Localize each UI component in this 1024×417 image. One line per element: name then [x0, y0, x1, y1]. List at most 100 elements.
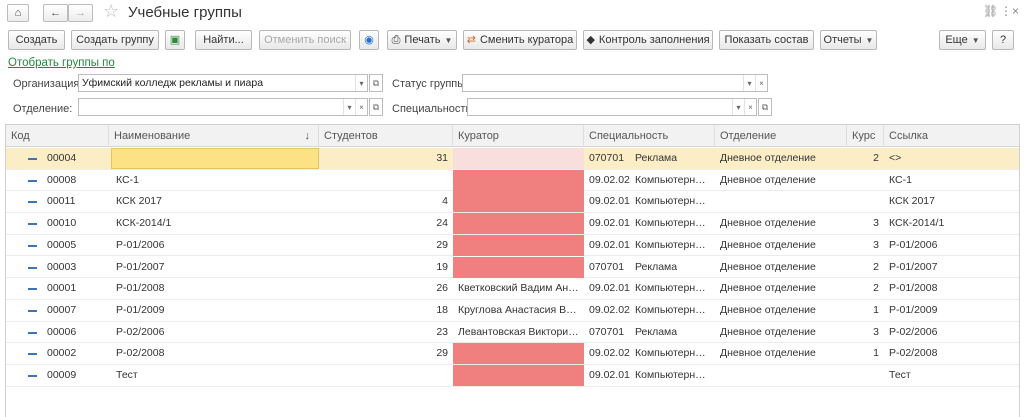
copy-button[interactable]: ▣: [165, 30, 185, 50]
cell-department: Дневное отделение: [720, 325, 816, 338]
cell-course: [847, 365, 884, 386]
printer-icon: ⎙: [391, 33, 401, 46]
cell-department: Дневное отделение: [720, 152, 816, 164]
cell-specialty-code: 09.02.01: [589, 369, 630, 381]
more-menu-icon[interactable]: ⋮: [1000, 4, 1012, 18]
cell-students: 26: [436, 282, 448, 295]
group-item-icon: [28, 309, 37, 312]
cell-name[interactable]: Р-02/2008: [111, 343, 319, 364]
reports-button[interactable]: Отчеты ▼: [820, 30, 877, 50]
cell-specialty-code: 09.02.02: [589, 303, 630, 316]
cell-specialty-name: Компьютерны...: [635, 195, 712, 208]
group-item-icon: [28, 375, 37, 377]
open-icon[interactable]: ⧉: [369, 98, 383, 116]
clear-icon[interactable]: ×: [355, 99, 367, 115]
show-members-button[interactable]: Показать состав: [719, 30, 814, 50]
cell-link: Р-01/2007: [889, 260, 938, 273]
print-label: Печать: [404, 34, 441, 46]
table-row[interactable]: 00010 КСК-2014/1 24 09.02.01 Компьютерны... Д…: [6, 213, 1019, 235]
cell-curator: [453, 234, 584, 256]
cell-course: 2: [873, 260, 879, 273]
cell-students: 4: [442, 195, 448, 208]
cell-course: 2: [873, 152, 879, 164]
table-row[interactable]: 00007 Р-01/2009 18 Круглова Анастасия Ва...…: [6, 300, 1019, 322]
open-icon[interactable]: ⧉: [758, 98, 772, 116]
open-icon[interactable]: ⧉: [369, 74, 383, 92]
column-header-name[interactable]: Наименование ↓: [109, 125, 319, 147]
dropdown-icon[interactable]: ▾: [343, 99, 355, 115]
cell-name[interactable]: Р-01/2009: [111, 300, 319, 321]
create-label: Создать: [15, 34, 58, 46]
cell-name[interactable]: Р-01/2006: [111, 235, 319, 256]
table-row[interactable]: 00011 КСК 2017 4 09.02.01 Компьютерны... КСК …: [6, 191, 1019, 214]
column-header-curator[interactable]: Куратор: [453, 125, 584, 147]
column-header-name-label: Наименование: [114, 130, 191, 142]
cell-name[interactable]: Тест: [111, 365, 319, 386]
link-icon[interactable]: ⛓: [983, 4, 998, 18]
create-group-button[interactable]: Создать группу: [71, 30, 159, 50]
cell-name[interactable]: КСК-2014/1: [111, 213, 319, 234]
table-row[interactable]: 00008 КС-1 09.02.02 Компьютерны... Дневное о…: [6, 169, 1019, 192]
table-row[interactable]: 00004 31 070701 Реклама Дневное отделение 2 <>: [6, 148, 1019, 170]
cell-name[interactable]: Р-01/2007: [111, 257, 319, 278]
cell-students: 31: [436, 152, 448, 164]
cell-specialty-code: 09.02.01: [589, 282, 630, 295]
cell-department: Дневное отделение: [720, 282, 816, 295]
cell-name[interactable]: КС-1: [111, 170, 319, 191]
cell-name[interactable]: [111, 148, 319, 169]
cell-department: Дневное отделение: [720, 260, 816, 273]
filter-groups-link[interactable]: Отобрать группы по: [8, 57, 115, 69]
cell-curator: [453, 191, 584, 213]
change-curator-button[interactable]: ⇄ Сменить куратора: [463, 30, 577, 50]
cell-specialty-code: 070701: [589, 325, 625, 338]
dropdown-icon[interactable]: ▾: [743, 75, 755, 91]
close-icon[interactable]: ×: [1012, 4, 1019, 18]
back-button[interactable]: ←: [43, 4, 68, 22]
cell-course: [847, 170, 884, 191]
cell-link: КСК 2017: [889, 195, 935, 208]
print-button[interactable]: ⎙ Печать ▼: [387, 30, 457, 50]
column-header-students[interactable]: Студентов: [319, 125, 453, 147]
more-button[interactable]: Еще ▼: [939, 30, 986, 50]
table-row[interactable]: 00009 Тест 09.02.01 Компьютерны... Тест: [6, 365, 1019, 387]
specialty-field[interactable]: ▾ ×: [467, 98, 757, 116]
group-item-icon: [28, 331, 37, 334]
column-header-course[interactable]: Курс: [847, 125, 884, 147]
table-row[interactable]: 00005 Р-01/2006 29 09.02.01 Компьютерны... Дн…: [6, 234, 1019, 257]
favorite-star-icon[interactable]: ☆: [103, 1, 119, 22]
dropdown-icon[interactable]: ▾: [732, 99, 744, 115]
cell-code: 00008: [47, 173, 77, 186]
cell-code: 00002: [47, 347, 77, 360]
organization-value: Уфимский колледж рекламы и пиара: [82, 77, 264, 89]
cell-specialty-code: 09.02.01: [589, 217, 630, 230]
table-row[interactable]: 00003 Р-01/2007 19 070701 Реклама Дневное отд…: [6, 256, 1019, 279]
cancel-search-label: Отменить поиск: [264, 34, 346, 46]
department-field[interactable]: ▾ ×: [78, 98, 368, 116]
create-button[interactable]: Создать: [8, 30, 65, 50]
home-button[interactable]: ⌂: [7, 4, 29, 22]
cell-course: 3: [873, 217, 879, 230]
clear-icon[interactable]: ×: [744, 99, 756, 115]
column-header-link[interactable]: Ссылка: [884, 125, 1019, 147]
find-button[interactable]: Найти...: [195, 30, 252, 50]
forward-button[interactable]: →: [68, 4, 93, 22]
column-header-department[interactable]: Отделение: [715, 125, 847, 147]
column-header-code[interactable]: Код: [6, 125, 109, 147]
dropdown-icon[interactable]: ▾: [355, 75, 367, 91]
column-header-specialty[interactable]: Специальность: [584, 125, 715, 147]
cell-name[interactable]: КСК 2017: [111, 191, 319, 212]
cell-name[interactable]: Р-02/2006: [111, 322, 319, 343]
group-status-field[interactable]: ▾ ×: [462, 74, 768, 92]
table-row[interactable]: 00006 Р-02/2006 23 Левантовская Виктория ..…: [6, 322, 1019, 344]
organization-field[interactable]: Уфимский колледж рекламы и пиара ▾: [78, 74, 368, 92]
cell-specialty-name: Реклама: [635, 325, 678, 338]
cancel-search-button[interactable]: Отменить поиск: [259, 30, 351, 50]
fill-control-button[interactable]: ◆ Контроль заполнения: [583, 30, 713, 50]
table-row[interactable]: 00002 Р-02/2008 29 09.02.02 Компьютерны... Дн…: [6, 343, 1019, 365]
specialty-label: Специальность:: [392, 103, 475, 115]
cell-name[interactable]: Р-01/2008: [111, 278, 319, 299]
help-button[interactable]: ?: [992, 30, 1014, 50]
table-row[interactable]: 00001 Р-01/2008 26 Кветковский Вадим Ант...…: [6, 278, 1019, 300]
globe-button[interactable]: ◉: [359, 30, 379, 50]
clear-icon[interactable]: ×: [755, 75, 767, 91]
